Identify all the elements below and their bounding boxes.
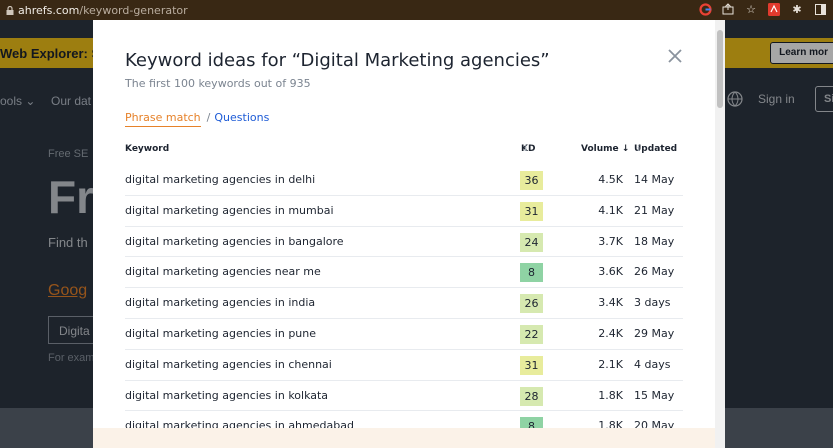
table-row: digital marketing agencies in chennai 31 2… (125, 350, 683, 381)
info-icon[interactable]: ℹ (524, 144, 527, 153)
sidebar-icon[interactable] (813, 2, 827, 16)
kd-badge: 24 (520, 232, 543, 252)
extensions-puzzle-icon[interactable]: ✱ (790, 2, 804, 16)
keyword-table: digital marketing agencies in delhi 36 4.5… (125, 165, 683, 443)
table-row: digital marketing agencies near me 8 3.6K 2… (125, 257, 683, 289)
table-row: digital marketing agencies in delhi 36 4.5… (125, 165, 683, 196)
updated-value: 29 May (634, 326, 675, 340)
close-icon[interactable] (667, 48, 683, 64)
star-icon[interactable]: ☆ (744, 2, 758, 16)
kd-badge: 28 (520, 386, 543, 406)
tab-separator: / (206, 111, 211, 124)
volume-value: 4.1K (598, 203, 623, 217)
column-volume[interactable]: Volume ↓ (581, 144, 629, 154)
kd-badge: 22 (520, 324, 543, 344)
updated-value: 26 May (634, 265, 675, 279)
tab-questions[interactable]: Questions (214, 111, 269, 124)
keyword-link[interactable]: digital marketing agencies in bangalore (125, 235, 344, 248)
volume-value: 1.8K (598, 388, 623, 402)
scrollbar-thumb[interactable] (717, 30, 723, 108)
keyword-link[interactable]: digital marketing agencies in kolkata (125, 389, 328, 402)
table-row: digital marketing agencies in india 26 3.4… (125, 288, 683, 319)
modal-footer (93, 428, 715, 448)
volume-value: 3.6K (598, 265, 623, 279)
updated-value: 18 May (634, 234, 675, 248)
url-path[interactable]: /keyword-generator (79, 4, 187, 17)
url-host[interactable]: ahrefs.com (18, 4, 79, 17)
volume-value: 3.4K (598, 296, 623, 310)
keyword-link[interactable]: digital marketing agencies in pune (125, 327, 316, 340)
volume-value: 3.7K (598, 234, 623, 248)
keyword-link[interactable]: digital marketing agencies in india (125, 296, 315, 309)
updated-value: 4 days (634, 357, 671, 371)
volume-value: 2.4K (598, 326, 623, 340)
table-header: Keyword KD ℹ Volume ↓ Updated ℹ (125, 144, 683, 162)
table-row: digital marketing agencies in bangalore 2… (125, 227, 683, 258)
table-row: digital marketing agencies in kolkata 28 1… (125, 381, 683, 412)
volume-value: 4.5K (598, 173, 623, 186)
updated-value: 14 May (634, 173, 675, 186)
updated-value: 21 May (634, 203, 675, 217)
kd-badge: 8 (520, 263, 543, 283)
keyword-ideas-modal: Keyword ideas for “Digital Marketing age… (93, 20, 715, 448)
column-keyword: Keyword (125, 144, 170, 154)
volume-value: 2.1K (598, 357, 623, 371)
kd-badge: 36 (520, 171, 543, 190)
column-updated-label: Updated (634, 144, 678, 154)
share-icon[interactable] (721, 2, 735, 16)
kd-badge: 31 (520, 201, 543, 221)
table-row: digital marketing agencies in pune 22 2.4K… (125, 319, 683, 350)
google-icon[interactable] (698, 2, 712, 16)
browser-address-bar[interactable]: ahrefs.com/keyword-generator ☆ ✱ (0, 0, 833, 20)
keyword-link[interactable]: digital marketing agencies in chennai (125, 358, 332, 371)
modal-subtitle: The first 100 keywords out of 935 (125, 77, 311, 90)
match-tabs: Phrase match / Questions (125, 111, 269, 127)
updated-value: 15 May (634, 388, 675, 402)
keyword-link[interactable]: digital marketing agencies in mumbai (125, 204, 334, 217)
keyword-link[interactable]: digital marketing agencies near me (125, 265, 321, 278)
kd-badge: 31 (520, 355, 543, 375)
table-row: digital marketing agencies in mumbai 31 4.… (125, 196, 683, 227)
tab-phrase-match[interactable]: Phrase match (125, 111, 201, 127)
lock-icon (6, 5, 14, 15)
updated-value: 3 days (634, 296, 671, 310)
pdf-extension-icon[interactable] (767, 2, 781, 16)
keyword-link[interactable]: digital marketing agencies in delhi (125, 173, 315, 186)
kd-badge: 26 (520, 294, 543, 314)
info-icon[interactable]: ℹ (637, 144, 640, 153)
modal-title: Keyword ideas for “Digital Marketing age… (125, 50, 550, 71)
